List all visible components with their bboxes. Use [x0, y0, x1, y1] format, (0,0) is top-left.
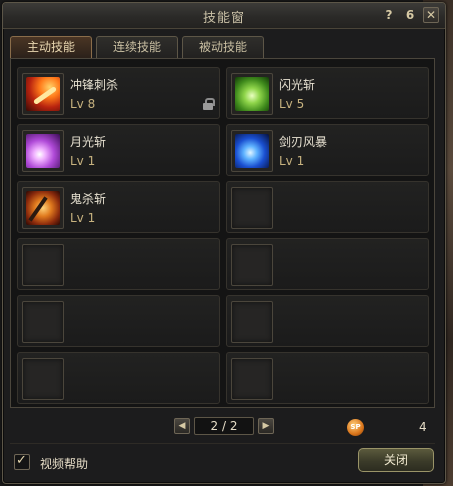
empty-icon-frame	[22, 358, 64, 400]
charge-stab-icon	[26, 77, 60, 111]
skill-slot[interactable]: 鬼杀斩 Lv 1	[17, 181, 220, 233]
skill-name: 月光斩	[70, 135, 107, 149]
skill-level: Lv 8	[70, 97, 96, 111]
skill-level: Lv 1	[279, 154, 305, 168]
skill-slot[interactable]: 月光斩 Lv 1	[17, 124, 220, 176]
empty-skill-slot[interactable]	[226, 295, 429, 347]
page-indicator: 2 / 2	[194, 417, 254, 435]
skill-slot[interactable]: 闪光斩 Lv 5	[226, 67, 429, 119]
lock-icon	[203, 98, 215, 110]
tab-active-skills[interactable]: 主动技能	[10, 36, 92, 58]
skill-name: 剑刃风暴	[279, 135, 328, 149]
tab-combo-skills[interactable]: 连续技能	[96, 36, 178, 58]
skill-icon-frame	[231, 73, 273, 115]
flash-slash-icon	[235, 77, 269, 111]
page-navigator: ◀ 2 / 2 ▶	[174, 417, 274, 435]
skill-icon-frame	[231, 130, 273, 172]
skill-slot[interactable]: 冲锋刺杀 Lv 8	[17, 67, 220, 119]
empty-icon-frame	[22, 244, 64, 286]
skill-level: Lv 5	[279, 97, 305, 111]
close-icon[interactable]: ✕	[423, 7, 439, 23]
skill-icon-frame	[22, 73, 64, 115]
tab-passive-skills[interactable]: 被动技能	[182, 36, 264, 58]
close-button[interactable]: 关闭	[358, 448, 434, 472]
skill-level: Lv 1	[70, 154, 96, 168]
video-help-label: 视频帮助	[40, 457, 89, 471]
sp-count: 4	[419, 420, 427, 434]
empty-skill-slot[interactable]	[17, 352, 220, 404]
empty-icon-frame	[22, 301, 64, 343]
prev-page-button[interactable]: ◀	[174, 418, 190, 434]
moonlight-slash-icon	[26, 134, 60, 168]
skill-slot[interactable]: 剑刃风暴 Lv 1	[226, 124, 429, 176]
ghost-slash-icon	[26, 191, 60, 225]
window-title: 技能窗	[202, 11, 245, 26]
skill-icon-frame	[22, 187, 64, 229]
skill-name: 鬼杀斩	[70, 192, 107, 206]
skill-icon-frame	[22, 130, 64, 172]
next-page-button[interactable]: ▶	[258, 418, 274, 434]
skill-tabs: 主动技能 连续技能 被动技能	[10, 36, 264, 58]
skill-grid: 冲锋刺杀 Lv 8 闪光斩 Lv 5 月光斩 Lv 1 剑刃风暴 Lv 1 鬼杀…	[17, 67, 429, 404]
empty-icon-frame	[231, 187, 273, 229]
skill-name: 冲锋刺杀	[70, 78, 119, 92]
empty-skill-slot[interactable]	[226, 238, 429, 290]
sp-icon: SP	[347, 419, 364, 436]
empty-skill-slot[interactable]	[226, 352, 429, 404]
empty-icon-frame	[231, 301, 273, 343]
empty-icon-frame	[231, 358, 273, 400]
video-help-checkbox[interactable]: ✓	[14, 453, 30, 470]
skill-list-panel: 冲锋刺杀 Lv 8 闪光斩 Lv 5 月光斩 Lv 1 剑刃风暴 Lv 1 鬼杀…	[10, 58, 435, 408]
footer-divider	[10, 443, 435, 444]
title-bar-icons: ? 6 ✕	[381, 7, 439, 23]
skill-name: 闪光斩	[279, 78, 316, 92]
title-bar[interactable]: 技能窗 ? 6 ✕	[3, 3, 445, 29]
empty-skill-slot[interactable]	[226, 181, 429, 233]
help-icon[interactable]: ?	[381, 7, 397, 23]
lock-toggle-icon[interactable]: 6	[402, 7, 418, 23]
skill-level: Lv 1	[70, 211, 96, 225]
empty-skill-slot[interactable]	[17, 238, 220, 290]
empty-skill-slot[interactable]	[17, 295, 220, 347]
empty-icon-frame	[231, 244, 273, 286]
checkmark-icon: ✓	[16, 453, 27, 468]
blade-storm-icon	[235, 134, 269, 168]
